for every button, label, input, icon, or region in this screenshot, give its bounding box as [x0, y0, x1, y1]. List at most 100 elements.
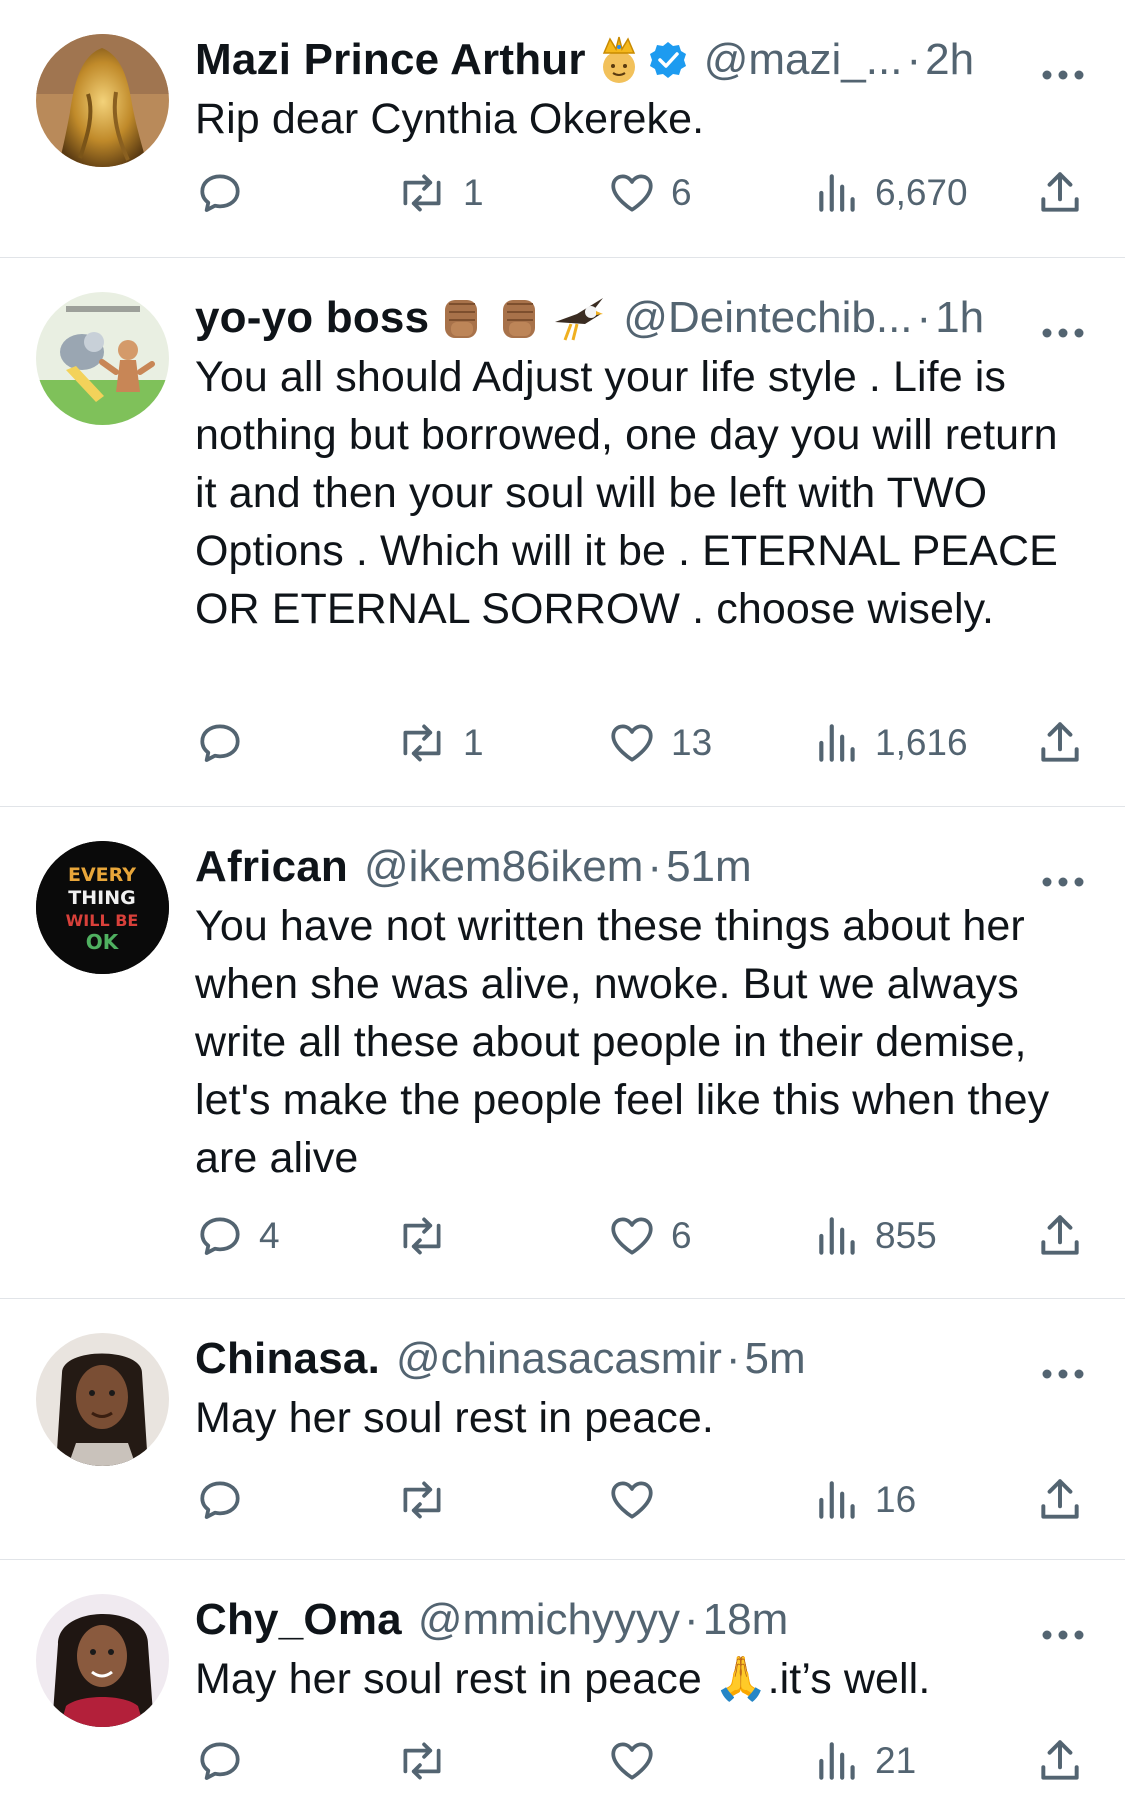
retweet-button[interactable]	[395, 1206, 463, 1266]
like-button[interactable]: 13	[607, 713, 712, 773]
ellipsis-icon	[1042, 328, 1084, 338]
display-name[interactable]: Chinasa.	[195, 1334, 380, 1384]
svg-text:WILL BE: WILL BE	[66, 911, 139, 930]
bar-chart-icon	[819, 724, 855, 762]
avatar[interactable]	[36, 1333, 169, 1466]
tweet-actions: 1 13 1,616	[195, 713, 1090, 773]
reply-button[interactable]	[195, 163, 259, 223]
tweet[interactable]: Chy_Oma @mmichyyyy · 18m May her soul re…	[0, 1560, 1125, 1815]
reply-count: 4	[259, 1215, 280, 1256]
timestamp[interactable]: 18m	[703, 1595, 789, 1645]
share-button[interactable]	[1035, 163, 1085, 223]
views-button[interactable]: 6,670	[815, 163, 968, 223]
heart-icon	[611, 1217, 653, 1255]
handle[interactable]: @ikem86ikem	[364, 842, 643, 892]
share-button[interactable]	[1035, 1470, 1085, 1530]
share-button[interactable]	[1035, 1731, 1085, 1791]
speech-bubble-icon	[200, 1481, 240, 1519]
svg-text:THING: THING	[68, 887, 135, 909]
ellipsis-icon	[1042, 1630, 1084, 1640]
reply-button[interactable]	[195, 1470, 259, 1530]
avatar[interactable]	[36, 1594, 169, 1727]
reply-button[interactable]	[195, 713, 259, 773]
views-button[interactable]: 855	[815, 1206, 937, 1266]
speech-bubble-icon	[200, 1217, 240, 1255]
separator-dot: ·	[684, 1595, 699, 1644]
retweet-button[interactable]: 1	[395, 713, 484, 773]
share-upload-icon	[1041, 1740, 1079, 1780]
like-button[interactable]: 6	[607, 163, 692, 223]
heart-icon	[611, 724, 653, 762]
separator-dot: ·	[647, 842, 663, 891]
display-name[interactable]: Mazi Prince Arthur	[195, 35, 586, 85]
avatar[interactable]	[36, 34, 169, 167]
tweet-header: Mazi Prince Arthur @mazi_... · 2h	[195, 32, 1085, 88]
display-name[interactable]: yo-yo boss	[195, 293, 429, 343]
speech-bubble-icon	[200, 724, 240, 762]
retweet-arrows-icon	[403, 1742, 441, 1780]
share-upload-icon	[1041, 1215, 1079, 1255]
timestamp[interactable]: 51m	[666, 842, 752, 892]
tweet-actions: 16	[195, 1470, 1090, 1530]
tweet-text: You all should Adjust your life style . …	[195, 353, 1058, 633]
separator-dot: ·	[906, 35, 922, 84]
svg-text:EVERY: EVERY	[68, 864, 136, 886]
tweet-header: African @ikem86ikem · 51m	[195, 839, 1085, 895]
views-button[interactable]: 21	[815, 1731, 916, 1791]
crown-emoji	[596, 35, 642, 85]
tweet-actions: 21	[195, 1731, 1090, 1791]
like-button[interactable]	[607, 1731, 671, 1791]
avatar[interactable]	[36, 292, 169, 425]
more-options-button[interactable]	[1041, 1606, 1085, 1656]
speech-bubble-icon	[200, 1742, 240, 1780]
timestamp[interactable]: 1h	[935, 293, 984, 343]
verified-badge-icon	[648, 40, 688, 80]
view-count: 21	[875, 1740, 917, 1781]
more-options-button[interactable]	[1041, 46, 1085, 96]
handle[interactable]: @mmichyyyy	[418, 1595, 680, 1645]
tweet[interactable]: Mazi Prince Arthur @mazi_... · 2h Rip de…	[0, 0, 1125, 258]
bar-chart-icon	[819, 174, 855, 212]
like-button[interactable]: 6	[607, 1206, 692, 1266]
ellipsis-icon	[1042, 1369, 1084, 1379]
more-options-button[interactable]	[1041, 304, 1085, 354]
timestamp[interactable]: 2h	[925, 35, 974, 85]
svg-text:OK: OK	[86, 930, 120, 954]
retweet-button[interactable]: 1	[395, 163, 484, 223]
tweet-header: Chinasa. @chinasacasmir · 5m	[195, 1331, 1085, 1387]
handle[interactable]: @Deintechib...	[623, 293, 912, 343]
tweet[interactable]: Chinasa. @chinasacasmir · 5m May her sou…	[0, 1299, 1125, 1560]
display-name[interactable]: African	[195, 842, 348, 892]
handle[interactable]: @mazi_...	[704, 35, 903, 85]
handle[interactable]: @chinasacasmir	[396, 1334, 722, 1384]
share-button[interactable]	[1035, 1206, 1085, 1266]
reply-button[interactable]	[195, 1731, 259, 1791]
heart-icon	[611, 174, 653, 212]
like-count: 13	[671, 722, 713, 763]
retweet-arrows-icon	[403, 724, 441, 762]
share-upload-icon	[1041, 172, 1079, 212]
views-button[interactable]: 1,616	[815, 713, 968, 773]
like-button[interactable]	[607, 1470, 671, 1530]
more-options-button[interactable]	[1041, 853, 1085, 903]
tweet-text: May her soul rest in peace 🙏.it’s well.	[195, 1655, 931, 1703]
retweet-button[interactable]	[395, 1470, 463, 1530]
separator-dot: ·	[725, 1334, 741, 1383]
view-count: 16	[875, 1479, 917, 1520]
reply-button[interactable]: 4	[195, 1206, 280, 1266]
retweet-button[interactable]	[395, 1731, 463, 1791]
more-options-button[interactable]	[1041, 1345, 1085, 1395]
display-name[interactable]: Chy_Oma	[195, 1595, 402, 1645]
share-button[interactable]	[1035, 713, 1085, 773]
ellipsis-icon	[1042, 877, 1084, 887]
views-button[interactable]: 16	[815, 1470, 916, 1530]
view-count: 6,670	[875, 172, 968, 213]
raised-fist-emoji	[493, 292, 545, 344]
avatar[interactable]: EVERY THING WILL BE OK	[36, 841, 169, 974]
share-upload-icon	[1041, 722, 1079, 762]
tweet[interactable]: EVERY THING WILL BE OK African @ikem86ik…	[0, 807, 1125, 1299]
tweet[interactable]: yo-yo boss @Deintechib... · 1h You all s…	[0, 258, 1125, 807]
tweet-text: You have not written these things about …	[195, 902, 1050, 1182]
like-count: 6	[671, 1215, 692, 1256]
timestamp[interactable]: 5m	[745, 1334, 806, 1384]
